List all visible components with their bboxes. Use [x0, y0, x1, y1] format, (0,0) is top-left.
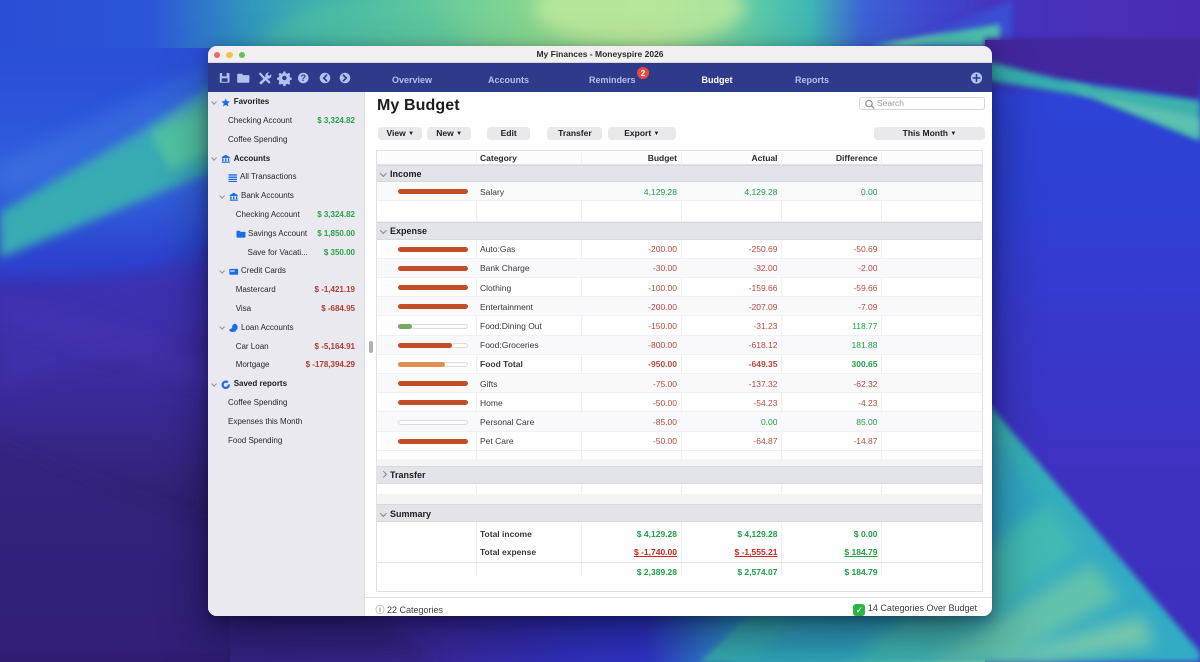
- svg-text:?: ?: [301, 73, 307, 83]
